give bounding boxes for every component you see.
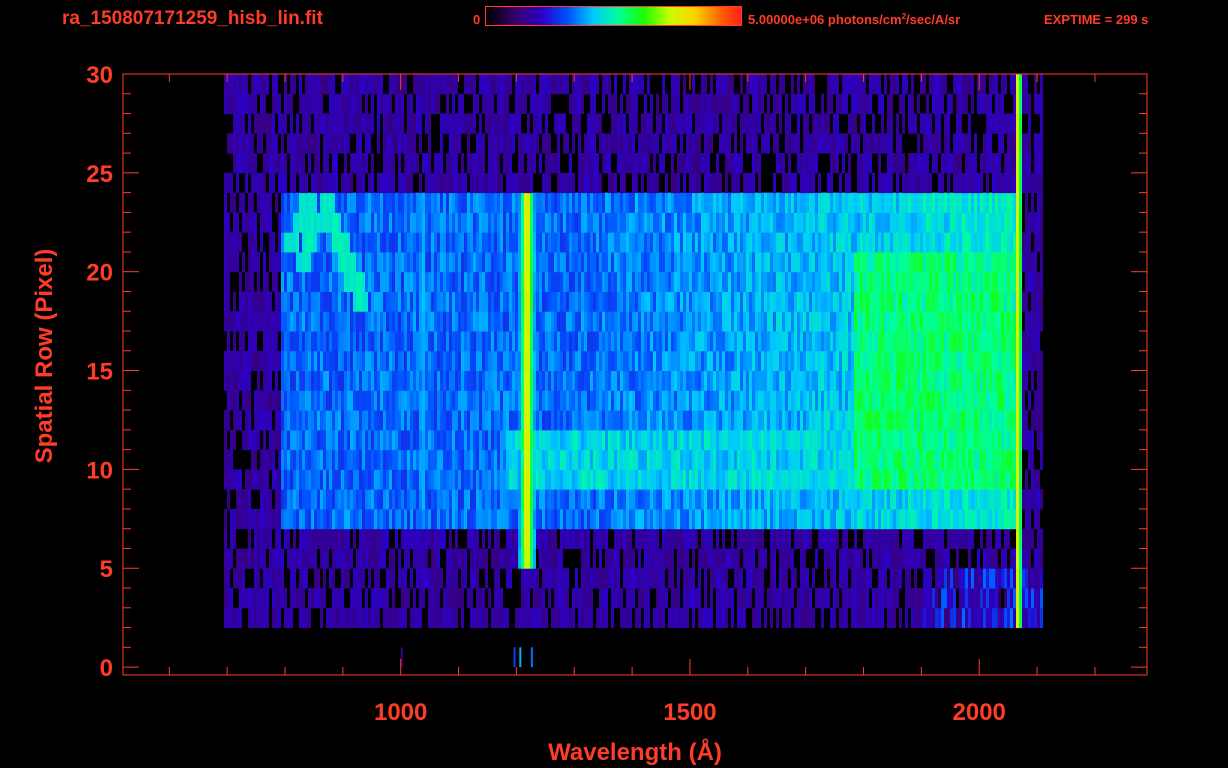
x-tick-label: 2000 (953, 699, 1006, 726)
x-tick-label: 1000 (374, 699, 427, 726)
y-tick-label: 0 (100, 655, 113, 682)
y-tick-label: 30 (86, 62, 113, 89)
spectral-image-plot: 1000 1500 2000051015202530 Wavelength (Å) … (31, 62, 1148, 766)
x-tick-label: 1500 (663, 699, 716, 726)
x-axis-label: Wavelength (Å) (548, 738, 722, 766)
y-tick-label: 25 (86, 161, 113, 188)
y-tick-label: 20 (86, 260, 113, 287)
y-axis-label: Spatial Row (Pixel) (31, 249, 58, 464)
y-tick-label: 5 (100, 556, 113, 583)
heatmap-image (224, 74, 1043, 668)
y-tick-label: 15 (86, 359, 113, 386)
y-tick-label: 10 (86, 457, 113, 484)
